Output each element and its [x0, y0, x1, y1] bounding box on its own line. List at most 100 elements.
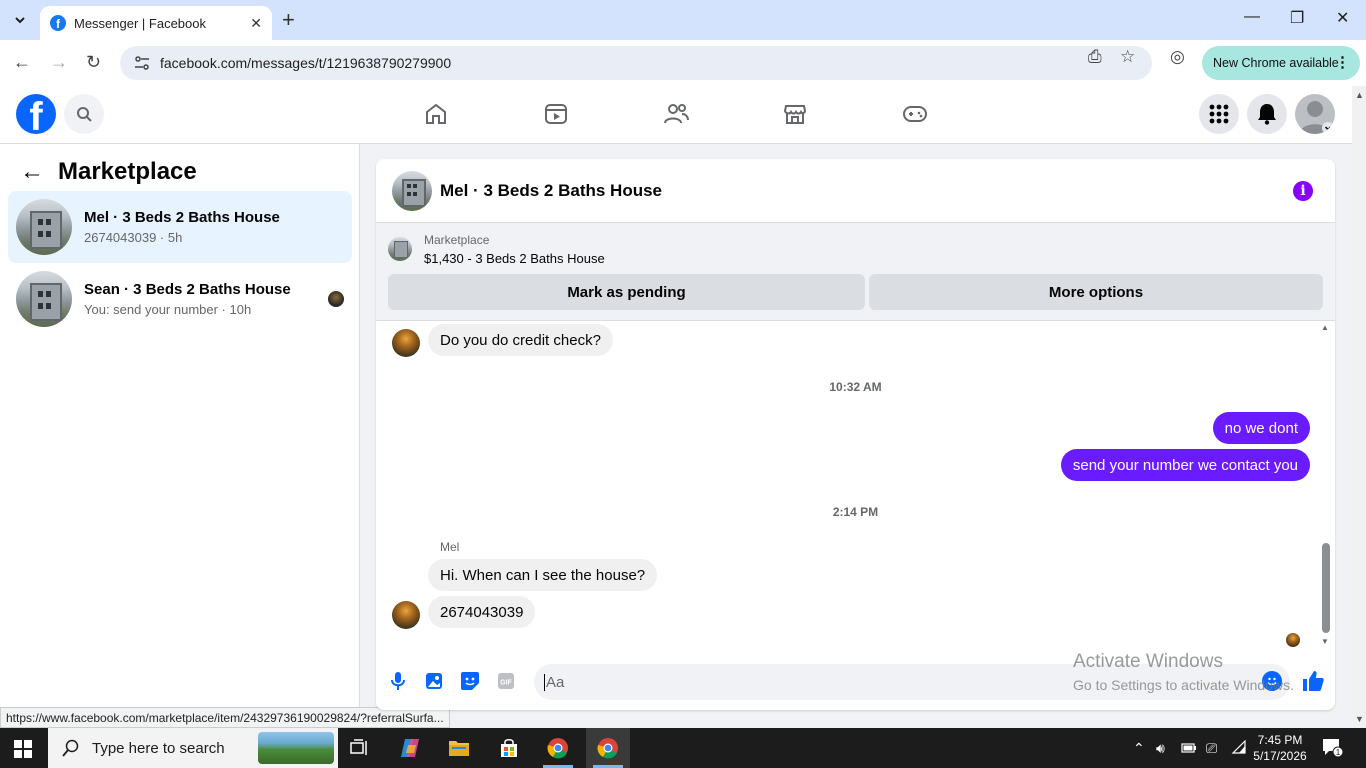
friends-icon[interactable]	[662, 100, 690, 128]
conversation-item-sean[interactable]: Sean · 3 Beds 2 Baths House You: send yo…	[8, 263, 352, 335]
read-receipt-avatar	[1286, 633, 1300, 647]
more-options-button[interactable]: More options	[869, 274, 1323, 310]
seen-avatar	[328, 291, 344, 307]
profile-avatar[interactable]	[1295, 94, 1335, 134]
gif-icon[interactable]: GIF	[496, 671, 516, 691]
mark-as-pending-button[interactable]: Mark as pending	[388, 274, 865, 310]
listing-thumbnail[interactable]	[388, 237, 412, 261]
listing-thumbnail	[16, 199, 72, 255]
listing-label: Marketplace	[424, 233, 490, 247]
system-clock[interactable]: 7:45 PM 5/17/2026	[1250, 732, 1310, 764]
info-icon[interactable]: i	[1293, 181, 1313, 201]
new-tab-button[interactable]: +	[282, 8, 295, 32]
show-hidden-icons[interactable]: ⌃	[1133, 740, 1145, 757]
kebab-menu-icon[interactable]: ⋮	[1335, 53, 1350, 71]
message-input-placeholder: Aa	[546, 673, 565, 691]
timestamp: 10:32 AM	[829, 380, 882, 394]
timestamp: 2:14 PM	[832, 505, 879, 519]
restore-icon[interactable]: ❐	[1290, 8, 1304, 28]
thumbs-up-icon[interactable]	[1301, 669, 1325, 698]
facebook-favicon-icon: f	[50, 15, 66, 31]
chrome-taskbar-icon[interactable]	[596, 736, 620, 760]
watermark-line-2: Go to Settings to activate Windows.	[1073, 677, 1294, 693]
listing-price-title[interactable]: $1,430 - 3 Beds 2 Baths House	[424, 251, 605, 266]
menu-grid-button[interactable]	[1199, 94, 1239, 134]
taskbar-search-box[interactable]: Type here to search	[48, 728, 338, 768]
activate-windows-watermark: Activate Windows Go to Settings to activ…	[1073, 651, 1294, 693]
tab-search-button[interactable]	[8, 8, 32, 32]
microsoft-store-icon[interactable]	[497, 736, 521, 760]
back-icon[interactable]: ←	[13, 52, 31, 73]
search-icon	[77, 107, 92, 122]
message-incoming: 2674043039	[428, 596, 536, 628]
battery-icon[interactable]	[1181, 740, 1197, 756]
conversation-name: Mel · 3 Beds 2 Baths House	[84, 209, 280, 226]
chat-title[interactable]: Mel · 3 Beds 2 Baths House	[440, 181, 662, 201]
watermark-line-1: Activate Windows	[1073, 651, 1223, 672]
svg-text:GIF: GIF	[500, 680, 512, 687]
sender-name: Mel	[440, 540, 460, 554]
home-icon[interactable]	[422, 100, 450, 128]
default-avatar-icon	[1299, 101, 1334, 134]
sticker-icon[interactable]	[460, 671, 480, 691]
wifi-icon[interactable]	[1230, 739, 1246, 757]
facebook-logo-icon[interactable]: f	[16, 94, 56, 134]
notification-center-icon[interactable]: 1	[1322, 738, 1344, 763]
bell-icon	[1258, 104, 1276, 125]
forward-icon[interactable]: →	[50, 52, 68, 73]
message-outgoing: no we dont	[1212, 412, 1310, 444]
url-text: facebook.com/messages/t/1219638790279900	[160, 55, 452, 71]
scroll-up-arrow-icon[interactable]: ▲	[1321, 323, 1329, 332]
file-explorer-icon[interactable]	[447, 736, 471, 760]
scroll-down-arrow-icon[interactable]: ▼	[1321, 637, 1329, 646]
volume-icon[interactable]: 🔊︎	[1156, 740, 1165, 757]
search-icon	[62, 739, 79, 757]
page-scroll-down-icon[interactable]: ▼	[1355, 714, 1364, 724]
sender-avatar[interactable]	[392, 329, 420, 357]
minimize-icon[interactable]: —	[1244, 8, 1260, 26]
message-list: Do you do credit check? 10:32 AM no we d…	[376, 321, 1335, 651]
bookmark-star-icon[interactable]: ☆	[1120, 47, 1135, 67]
gaming-icon[interactable]	[901, 100, 929, 128]
page-scroll-up-icon[interactable]: ▲	[1355, 90, 1364, 100]
notifications-button[interactable]	[1247, 94, 1287, 134]
back-arrow-icon[interactable]: ←	[20, 158, 44, 186]
close-window-icon[interactable]: ✕	[1336, 8, 1349, 28]
message-scrollbar[interactable]: ▲ ▼	[1320, 323, 1332, 649]
new-chrome-available-button[interactable]: New Chrome available ⋮	[1202, 46, 1360, 80]
listing-banner: Marketplace $1,430 - 3 Beds 2 Baths Hous…	[376, 223, 1335, 321]
video-icon[interactable]	[542, 100, 570, 128]
conversation-item-mel[interactable]: Mel · 3 Beds 2 Baths House 2674043039 · …	[8, 191, 352, 263]
message-outgoing: send your number we contact you	[1060, 449, 1310, 481]
marketplace-icon[interactable]	[781, 100, 809, 128]
device-icon[interactable]: ⎚	[1206, 740, 1217, 757]
chat-listing-avatar[interactable]	[392, 170, 432, 211]
chrome-profile-taskbar-icon[interactable]	[546, 736, 570, 760]
chevron-down-icon	[15, 17, 25, 24]
url-omnibox[interactable]: facebook.com/messages/t/1219638790279900	[120, 46, 1152, 80]
reload-icon[interactable]: ↻	[86, 52, 101, 73]
site-settings-icon[interactable]	[134, 56, 150, 70]
grid-icon	[1209, 104, 1229, 124]
close-tab-icon[interactable]: ✕	[250, 15, 262, 32]
page-scrollbar[interactable]: ▲ ▼	[1352, 86, 1366, 728]
conversation-sidebar: ← Marketplace Mel · 3 Beds 2 Baths House…	[0, 144, 360, 728]
scrollbar-thumb[interactable]	[1322, 543, 1330, 633]
text-caret	[544, 673, 545, 691]
install-app-icon[interactable]: ⎙	[1088, 47, 1102, 67]
conversation-preview: You: send your number · 10h	[84, 302, 252, 317]
sidebar-title: Marketplace	[58, 158, 197, 185]
microphone-icon[interactable]	[388, 671, 408, 691]
link-status-bar: https://www.facebook.com/marketplace/ite…	[0, 707, 450, 728]
sender-avatar[interactable]	[392, 601, 420, 629]
browser-tab[interactable]: f Messenger | Facebook ✕	[40, 6, 272, 40]
chrome-profile-icon[interactable]: ◎	[1170, 47, 1185, 67]
copilot-icon[interactable]	[398, 736, 422, 760]
search-button[interactable]	[64, 94, 104, 134]
windows-start-icon[interactable]	[14, 740, 32, 758]
taskbar-search-placeholder: Type here to search	[92, 739, 225, 757]
message-incoming: Do you do credit check?	[428, 324, 613, 356]
task-view-icon[interactable]	[348, 736, 372, 760]
clock-time: 7:45 PM	[1257, 733, 1303, 747]
photo-icon[interactable]	[424, 671, 444, 691]
